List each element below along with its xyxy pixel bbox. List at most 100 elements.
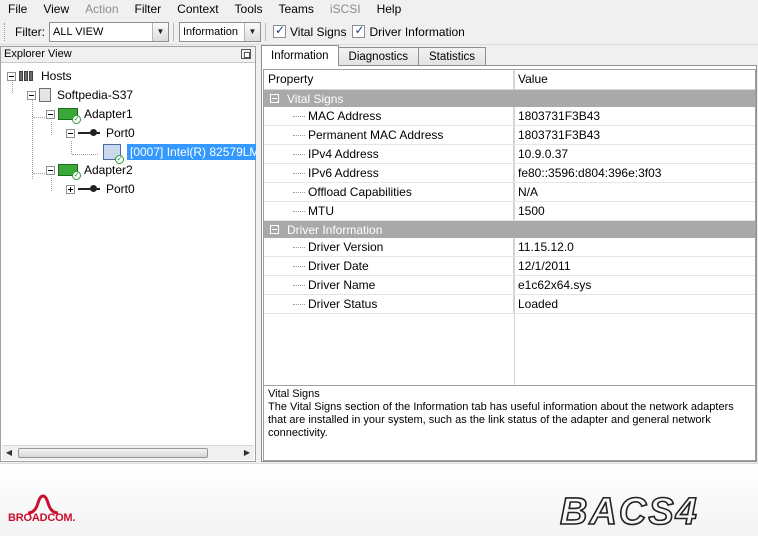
property-value: 1803731F3B43 — [518, 128, 601, 142]
tree-node-port0-adapter1[interactable]: Port0 — [66, 124, 135, 142]
column-header-value[interactable]: Value — [514, 70, 548, 89]
description-panel: Vital Signs The Vital Signs section of t… — [263, 385, 756, 461]
menu-tools[interactable]: Tools — [227, 0, 271, 18]
port-icon — [78, 128, 100, 138]
filter-dropdown[interactable]: ALL VIEW ▼ — [49, 21, 169, 42]
explorer-view-title: Explorer View — [4, 48, 72, 60]
property-value: 10.9.0.37 — [518, 147, 569, 161]
property-row[interactable]: MTU 1500 — [264, 202, 755, 221]
tree-node-label: Port0 — [106, 182, 135, 196]
section-title: Vital Signs — [287, 91, 344, 106]
collapse-icon[interactable] — [46, 165, 55, 175]
menu-iscsi[interactable]: iSCSI — [322, 0, 369, 18]
collapse-icon[interactable] — [270, 94, 279, 103]
tree-node-device-selected[interactable]: ✓ [0007] Intel(R) 82579LM — [103, 143, 262, 164]
tree-node-label: Hosts — [41, 69, 72, 83]
property-row[interactable]: Driver Version 11.15.12.0 — [264, 238, 755, 257]
property-name: Driver Name — [264, 276, 514, 294]
information-tab-content: Property Value Vital Signs MAC Address 1… — [261, 65, 757, 462]
tree-guide-line — [72, 154, 98, 155]
tree-guide-line — [51, 178, 52, 191]
details-pane: Information Diagnostics Statistics Prope… — [260, 45, 758, 462]
menu-file[interactable]: File — [0, 0, 35, 18]
property-value: e1c62x64.sys — [518, 278, 592, 292]
property-row[interactable]: Driver Date 12/1/2011 — [264, 257, 755, 276]
column-header-property[interactable]: Property — [264, 70, 514, 89]
collapse-icon[interactable] — [46, 109, 55, 119]
scroll-left-icon[interactable]: ◀ — [3, 448, 15, 458]
driver-information-checkbox[interactable] — [352, 23, 366, 38]
tree-node-adapter2[interactable]: ✓ Adapter2 — [46, 161, 133, 180]
collapse-icon[interactable] — [7, 71, 16, 81]
property-value: 1803731F3B43 — [518, 109, 601, 123]
view-dropdown[interactable]: Information ▼ — [179, 21, 261, 42]
property-name: Permanent MAC Address — [264, 126, 514, 144]
vital-signs-checkbox[interactable] — [273, 23, 286, 38]
property-value: fe80::3596:d804:396e:3f03 — [518, 166, 662, 180]
dock-pin-icon[interactable] — [241, 49, 251, 59]
property-value: 1500 — [518, 204, 545, 218]
property-value: Loaded — [518, 297, 559, 311]
collapse-icon[interactable] — [27, 90, 36, 100]
port-icon — [78, 184, 100, 194]
property-row[interactable]: IPv6 Address fe80::3596:d804:396e:3f03 — [264, 164, 755, 183]
menu-help[interactable]: Help — [369, 0, 410, 18]
property-name: Driver Date — [264, 257, 514, 275]
computer-icon — [39, 88, 51, 102]
filter-dropdown-value: ALL VIEW — [53, 25, 104, 38]
property-name: MAC Address — [264, 107, 514, 125]
collapse-icon[interactable] — [270, 225, 279, 234]
description-title: Vital Signs — [268, 388, 320, 400]
menu-view[interactable]: View — [35, 0, 77, 18]
property-name: IPv4 Address — [264, 145, 514, 163]
menu-filter[interactable]: Filter — [127, 0, 170, 18]
property-row[interactable]: MAC Address 1803731F3B43 — [264, 107, 755, 126]
property-value: 12/1/2011 — [518, 259, 571, 273]
network-adapter-icon: ✓ — [58, 108, 81, 124]
toolbar-separator — [265, 22, 266, 41]
menu-action[interactable]: Action — [77, 0, 126, 18]
expand-icon[interactable] — [66, 184, 75, 194]
menu-teams[interactable]: Teams — [271, 0, 322, 18]
property-row[interactable]: IPv4 Address 10.9.0.37 — [264, 145, 755, 164]
chevron-down-icon[interactable]: ▼ — [244, 22, 260, 41]
property-row[interactable]: Driver Status Loaded — [264, 295, 755, 314]
tree-guide-line — [71, 141, 72, 154]
tree-node-hosts[interactable]: Hosts — [7, 67, 72, 85]
property-grid-header: Property Value — [264, 70, 755, 90]
section-vital-signs[interactable]: Vital Signs — [264, 90, 755, 107]
vital-signs-checkbox-label[interactable]: Vital Signs — [290, 25, 346, 39]
scroll-right-icon[interactable]: ▶ — [241, 448, 253, 458]
property-row[interactable]: Offload Capabilities N/A — [264, 183, 755, 202]
tree-node-adapter1[interactable]: ✓ Adapter1 — [46, 105, 133, 124]
tab-diagnostics[interactable]: Diagnostics — [337, 47, 419, 66]
tab-information[interactable]: Information — [261, 45, 339, 66]
view-dropdown-value: Information — [183, 25, 239, 38]
tree-guide-line — [32, 99, 33, 179]
collapse-icon[interactable] — [66, 128, 75, 138]
property-name: Driver Status — [264, 295, 514, 313]
scrollbar-thumb[interactable] — [18, 448, 208, 458]
property-row[interactable]: Driver Name e1c62x64.sys — [264, 276, 755, 295]
section-title: Driver Information — [287, 222, 383, 237]
tree-guide-line — [33, 173, 45, 174]
broadcom-logo-text: BROADCOM. — [8, 512, 76, 524]
property-value: 11.15.12.0 — [518, 240, 574, 254]
servers-icon — [19, 71, 35, 81]
tab-statistics[interactable]: Statistics — [417, 47, 486, 66]
bacs4-product-logo: BACS4 — [559, 490, 697, 532]
section-driver-information[interactable]: Driver Information — [264, 221, 755, 238]
driver-information-checkbox-label[interactable]: Driver Information — [369, 25, 464, 39]
menu-context[interactable]: Context — [169, 0, 226, 18]
description-text: The Vital Signs section of the Informati… — [268, 401, 734, 439]
explorer-view-pane: Explorer View Hosts Softpedia-S37 ✓ Adap… — [0, 46, 262, 462]
chevron-down-icon[interactable]: ▼ — [152, 22, 168, 41]
property-row[interactable]: Permanent MAC Address 1803731F3B43 — [264, 126, 755, 145]
toolbar-grip[interactable] — [4, 22, 7, 41]
tree-node-host[interactable]: Softpedia-S37 — [27, 86, 133, 104]
property-name: Offload Capabilities — [264, 183, 514, 201]
tree-node-label: Softpedia-S37 — [57, 88, 134, 102]
property-value: N/A — [518, 185, 539, 199]
horizontal-scrollbar[interactable]: ◀ ▶ — [2, 445, 254, 460]
tree-node-port0-adapter2[interactable]: Port0 — [66, 180, 135, 198]
